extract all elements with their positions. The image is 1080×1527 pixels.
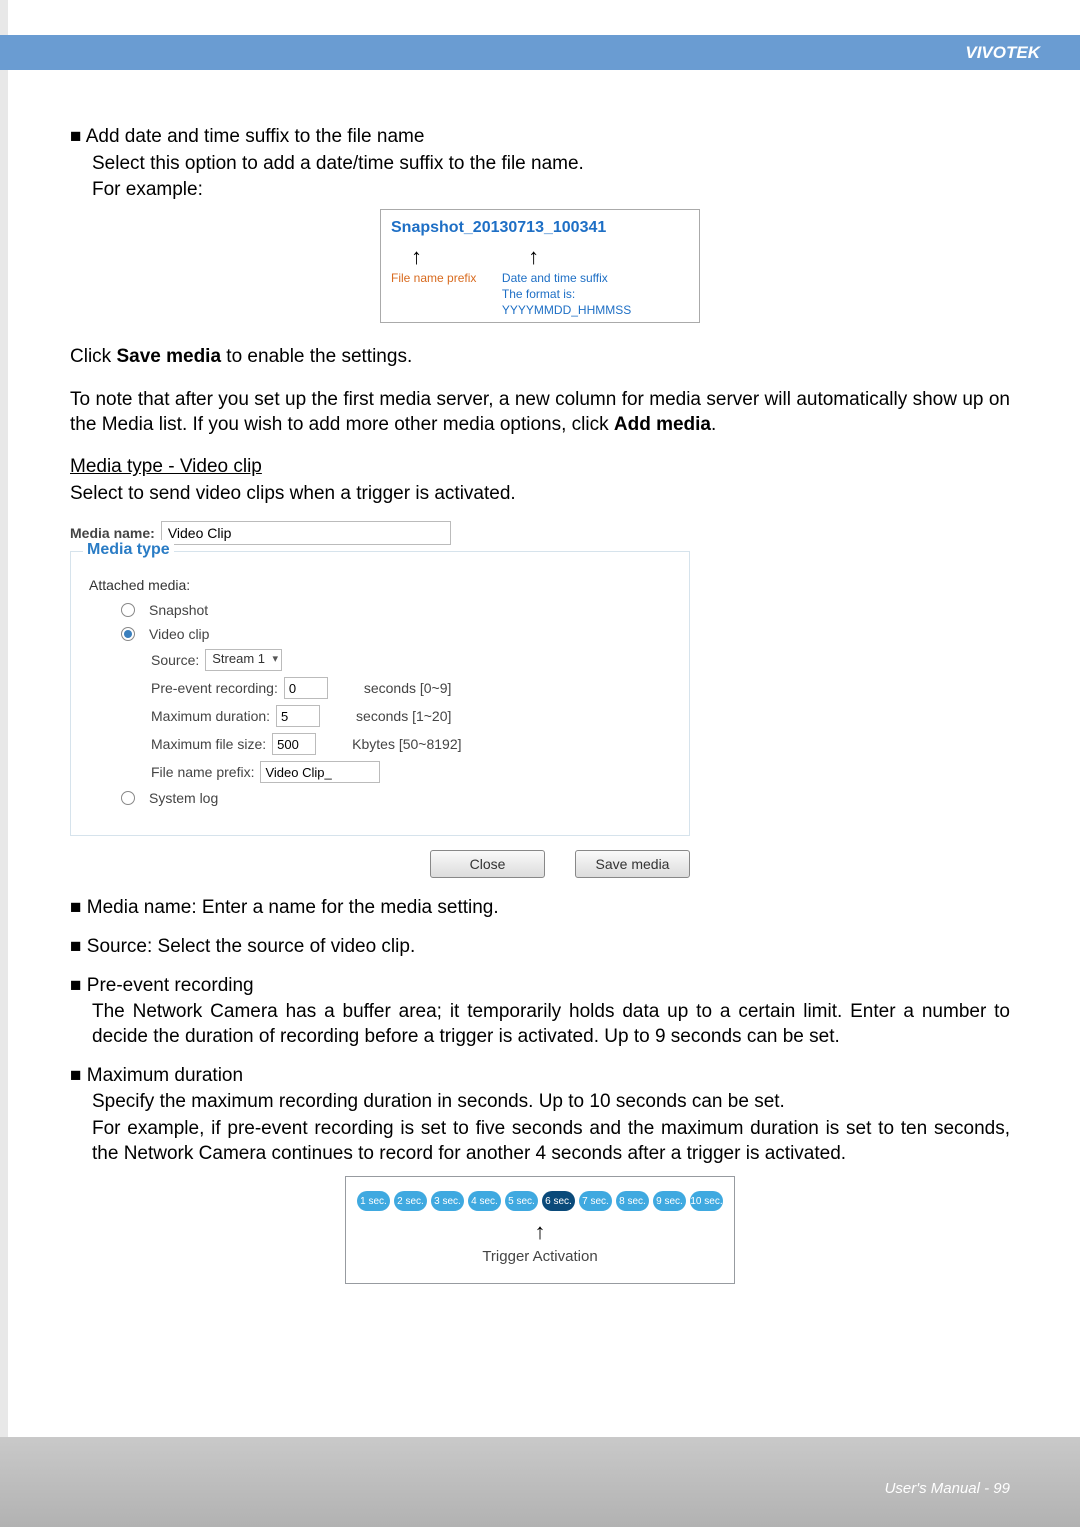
media-type-fieldset: Media type Attached media: Snapshot Vide… bbox=[70, 551, 690, 837]
media-type-legend: Media type bbox=[83, 540, 174, 561]
bullet-source-text: Source: Select the source of video clip. bbox=[87, 936, 415, 957]
prefix-label: File name prefix: bbox=[151, 763, 254, 781]
note-part1: To note that after you set up the first … bbox=[70, 389, 1010, 435]
trigger-bubble: 7 sec. bbox=[579, 1191, 612, 1211]
snapshot-format-label: The format is: YYYYMMDD_HHMMSS bbox=[502, 287, 689, 318]
max-dur-label: Maximum duration: bbox=[151, 707, 270, 725]
bullet-media-name: ■ Media name: Enter a name for the media… bbox=[70, 896, 1010, 921]
bullet: ■ bbox=[70, 126, 81, 147]
bullet-max-dur-title-text: Maximum duration bbox=[87, 1065, 243, 1086]
click-save-bold: Save media bbox=[116, 346, 221, 367]
close-button[interactable]: Close bbox=[430, 850, 545, 878]
radio-syslog-label: System log bbox=[149, 789, 218, 807]
source-value: Stream 1 bbox=[212, 651, 265, 666]
click-save-line: Click Save media to enable the settings. bbox=[70, 345, 1010, 370]
radio-syslog[interactable] bbox=[121, 791, 135, 805]
trigger-bubble: 2 sec. bbox=[394, 1191, 427, 1211]
pre-event-input[interactable] bbox=[284, 677, 328, 699]
snapshot-title: Snapshot_20130713_100341 bbox=[391, 218, 689, 239]
trigger-bubble: 3 sec. bbox=[431, 1191, 464, 1211]
max-size-label: Maximum file size: bbox=[151, 735, 266, 753]
section1-line2: For example: bbox=[92, 178, 1010, 203]
close-button-label: Close bbox=[470, 855, 506, 873]
section1-title: Add date and time suffix to the file nam… bbox=[86, 126, 425, 147]
save-media-button-label: Save media bbox=[596, 855, 670, 873]
trigger-bubble: 10 sec. bbox=[690, 1191, 723, 1211]
bullet-max-dur-title: ■ Maximum duration bbox=[70, 1064, 1010, 1089]
save-media-button[interactable]: Save media bbox=[575, 850, 690, 878]
media-config-panel: Media name: Media type Attached media: S… bbox=[70, 521, 690, 879]
max-dur-input[interactable] bbox=[276, 705, 320, 727]
trigger-diagram: 1 sec.2 sec.3 sec.4 sec.5 sec.6 sec.7 se… bbox=[345, 1176, 735, 1284]
attached-media-label: Attached media: bbox=[89, 576, 671, 594]
radio-videoclip[interactable] bbox=[121, 627, 135, 641]
max-size-range: Kbytes [50~8192] bbox=[352, 735, 461, 753]
click-save-pre: Click bbox=[70, 346, 116, 367]
trigger-bubble: 6 sec. bbox=[542, 1191, 575, 1211]
click-save-post: to enable the settings. bbox=[221, 346, 412, 367]
snapshot-arrows: ↑ ↑ bbox=[411, 243, 689, 272]
trigger-caption: Trigger Activation bbox=[356, 1247, 724, 1267]
radio-videoclip-row[interactable]: Video clip bbox=[121, 625, 671, 643]
max-dur-range: seconds [1~20] bbox=[356, 707, 451, 725]
source-label: Source: bbox=[151, 651, 199, 669]
header-bar: VIVOTEK bbox=[0, 35, 1080, 70]
snapshot-suffix-label: Date and time suffix bbox=[502, 271, 689, 287]
prefix-input[interactable] bbox=[260, 761, 380, 783]
note-bold: Add media bbox=[614, 414, 711, 435]
section1-line1: Select this option to add a date/time su… bbox=[92, 152, 1010, 177]
bullet-pre-event-title: ■ Pre-event recording bbox=[70, 974, 1010, 999]
left-strip bbox=[0, 0, 8, 1527]
footer-text: User's Manual - 99 bbox=[885, 1480, 1010, 1497]
trigger-bubble: 4 sec. bbox=[468, 1191, 501, 1211]
radio-videoclip-label: Video clip bbox=[149, 625, 209, 643]
radio-snapshot[interactable] bbox=[121, 603, 135, 617]
max-size-input[interactable] bbox=[272, 733, 316, 755]
bullet-pre-event-title-text: Pre-event recording bbox=[87, 975, 254, 996]
pre-event-range: seconds [0~9] bbox=[364, 679, 452, 697]
brand-label: VIVOTEK bbox=[965, 43, 1040, 63]
bullet-max-dur-l1: Specify the maximum recording duration i… bbox=[92, 1090, 1010, 1115]
media-name-input[interactable] bbox=[161, 521, 451, 545]
trigger-arrow-icon: ↑ bbox=[356, 1221, 724, 1243]
bullet-source: ■ Source: Select the source of video cli… bbox=[70, 935, 1010, 960]
source-select[interactable]: Stream 1 bbox=[205, 649, 282, 671]
note-line: To note that after you set up the first … bbox=[70, 388, 1010, 437]
radio-snapshot-label: Snapshot bbox=[149, 601, 208, 619]
media-type-sub: Select to send video clips when a trigge… bbox=[70, 482, 1010, 507]
pre-event-label: Pre-event recording: bbox=[151, 679, 278, 697]
trigger-bubble: 5 sec. bbox=[505, 1191, 538, 1211]
note-part2: . bbox=[711, 414, 716, 435]
bullet-max-dur-l2: For example, if pre-event recording is s… bbox=[92, 1117, 1010, 1166]
media-type-header: Media type - Video clip bbox=[70, 455, 1010, 480]
snapshot-prefix-label: File name prefix bbox=[391, 271, 482, 318]
trigger-bubble: 1 sec. bbox=[357, 1191, 390, 1211]
bullet-pre-event-body: The Network Camera has a buffer area; it… bbox=[92, 1000, 1010, 1049]
trigger-bubble: 8 sec. bbox=[616, 1191, 649, 1211]
bullet-media-name-text: Media name: Enter a name for the media s… bbox=[87, 897, 499, 918]
radio-snapshot-row[interactable]: Snapshot bbox=[121, 601, 671, 619]
trigger-bubble: 9 sec. bbox=[653, 1191, 686, 1211]
radio-syslog-row[interactable]: System log bbox=[121, 789, 671, 807]
snapshot-diagram: Snapshot_20130713_100341 ↑ ↑ File name p… bbox=[380, 209, 700, 323]
